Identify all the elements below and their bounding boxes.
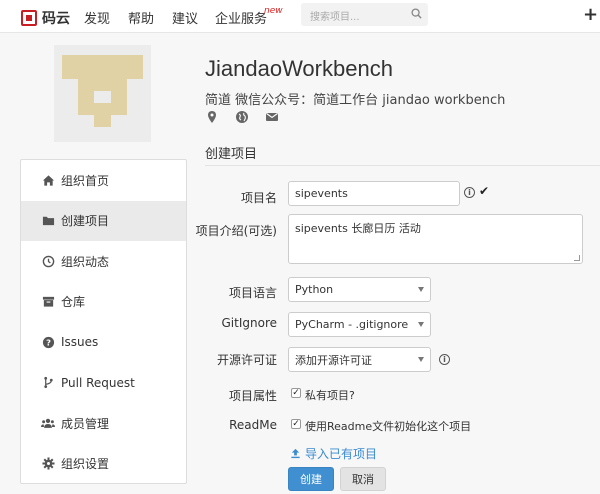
logo-mark-icon (21, 10, 37, 26)
search-input[interactable]: 搜索项目... (301, 3, 428, 26)
license-select[interactable]: 添加开源许可证 (288, 347, 431, 372)
project-lang-value: Python (295, 283, 334, 296)
license-label: 开源许可证 (216, 353, 277, 367)
org-avatar (54, 45, 151, 142)
home-icon (41, 173, 55, 187)
sidebar-item-label: 组织设置 (61, 457, 110, 472)
sidebar-item-activity[interactable]: 组织动态 (21, 241, 186, 282)
sidebar-item-settings[interactable]: 组织设置 (21, 444, 186, 485)
org-name: JiandaoWorkbench (205, 56, 393, 81)
logo[interactable]: 码云 (21, 8, 70, 28)
search-placeholder: 搜索项目... (310, 12, 360, 23)
org-description: 简道 微信公众号：简道工作台 jiandao workbench (205, 93, 506, 108)
chevron-down-icon (418, 286, 424, 292)
project-attr-label: 项目属性 (228, 389, 277, 403)
project-lang-select[interactable]: Python (288, 277, 431, 302)
upload-icon (291, 448, 300, 459)
plus-icon[interactable]: + (583, 6, 598, 24)
info-icon[interactable]: i (464, 187, 475, 198)
create-button[interactable]: 创建 (288, 467, 334, 491)
nav-enterprise[interactable]: 企业服务 (215, 8, 267, 27)
archive-icon (41, 295, 55, 309)
project-desc-value: sipevents 长廊日历 活动 (295, 222, 421, 235)
question-circle-icon: ? (41, 335, 55, 349)
gear-icon (41, 457, 55, 471)
readme-checkbox-label: 使用Readme文件初始化这个项目 (305, 420, 472, 433)
search-icon[interactable] (411, 8, 422, 19)
logo-text: 码云 (42, 11, 70, 27)
new-badge: new (264, 6, 283, 16)
readme-label: ReadMe (229, 418, 277, 432)
import-link-label: 导入已有项目 (305, 447, 378, 461)
cancel-button[interactable]: 取消 (340, 467, 386, 491)
svg-text:?: ? (46, 337, 51, 347)
location-icon[interactable] (205, 110, 219, 124)
top-navbar: 码云 发现 帮助 建议 企业服务 new 搜索项目... + (0, 0, 600, 33)
private-checkbox-label: 私有项目? (305, 389, 355, 402)
project-lang-label: 项目语言 (228, 286, 277, 300)
chevron-down-icon (418, 356, 424, 362)
section-divider (205, 165, 600, 166)
nav-discover[interactable]: 发现 (84, 8, 110, 27)
gitignore-value: PyCharm - .gitignore (295, 318, 409, 331)
private-checkbox[interactable]: ✓ (291, 388, 301, 398)
sidebar-item-label: 成员管理 (61, 416, 110, 431)
clock-icon (41, 254, 55, 268)
section-title: 创建项目 (205, 147, 258, 162)
chevron-down-icon (418, 321, 424, 327)
project-desc-textarea[interactable]: sipevents 长廊日历 活动 (288, 214, 583, 264)
gitignore-select[interactable]: PyCharm - .gitignore (288, 312, 431, 337)
email-icon[interactable] (265, 110, 279, 124)
nav-help[interactable]: 帮助 (128, 8, 154, 27)
org-contact-icons (205, 110, 279, 124)
globe-icon[interactable] (235, 110, 249, 124)
sidebar-item-label: 仓库 (61, 295, 86, 310)
project-name-input[interactable]: sipevents (288, 181, 460, 206)
readme-checkbox[interactable]: ✓ (291, 419, 301, 429)
nav-suggest[interactable]: 建议 (172, 8, 198, 27)
license-value: 添加开源许可证 (295, 353, 372, 367)
project-desc-label: 项目介绍(可选) (195, 224, 277, 238)
branch-icon (41, 376, 55, 390)
sidebar-item-label: Pull Request (61, 375, 135, 390)
users-icon (41, 416, 55, 430)
sidebar-item-label: 创建项目 (61, 214, 110, 229)
avatar-identicon (54, 45, 151, 142)
sidebar-item-label: 组织首页 (61, 173, 110, 188)
license-info-icon[interactable]: i (439, 354, 450, 365)
project-name-label: 项目名 (240, 191, 277, 205)
gitignore-label: GitIgnore (221, 316, 278, 330)
sidebar-item-label: 组织动态 (61, 254, 110, 269)
sidebar-item-label: Issues (61, 335, 99, 350)
check-icon: ✔ (479, 184, 490, 198)
resize-handle[interactable] (574, 255, 580, 261)
import-project-link[interactable]: 导入已有项目 (290, 445, 377, 462)
folder-icon (41, 214, 55, 228)
